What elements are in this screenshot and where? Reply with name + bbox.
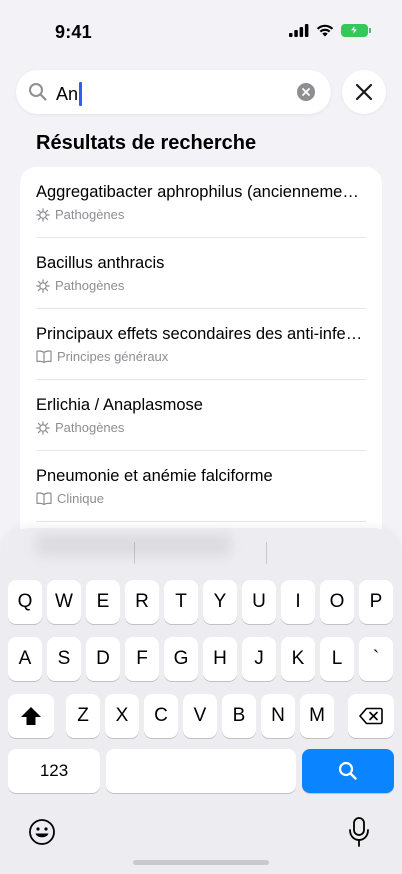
key-m[interactable]: M	[300, 694, 334, 738]
search-input[interactable]: An	[16, 70, 331, 114]
result-title: Erlichia / Anaplasmose	[36, 396, 203, 414]
search-icon	[29, 83, 47, 101]
key-h[interactable]: H	[203, 637, 237, 681]
search-icon	[338, 761, 357, 780]
result-item[interactable]: Principaux effets secondaires des anti-i…	[36, 309, 382, 380]
key-q[interactable]: Q	[8, 580, 42, 624]
divider	[36, 521, 366, 522]
key-s[interactable]: S	[47, 637, 81, 681]
search-field-value-wrapper: An	[56, 82, 82, 106]
book-icon	[36, 492, 52, 505]
result-meta: Clinique	[36, 491, 104, 506]
microphone-icon	[349, 817, 369, 847]
virus-icon	[36, 420, 50, 435]
backspace-icon	[359, 707, 383, 725]
result-meta: Pathogènes	[36, 207, 124, 222]
results-heading: Résultats de recherche	[36, 132, 257, 154]
key-z[interactable]: Z	[66, 694, 100, 738]
key-p[interactable]: P	[359, 580, 393, 624]
keyboard: Q W E R T Y U I O P A S D F G H J K L ` …	[0, 528, 402, 874]
result-title: Bacillus anthracis	[36, 254, 165, 272]
key-t[interactable]: T	[164, 580, 198, 624]
key-k[interactable]: K	[281, 637, 315, 681]
close-icon	[355, 83, 373, 101]
search-field-value: An	[56, 83, 79, 104]
virus-icon	[36, 207, 50, 222]
key-o[interactable]: O	[320, 580, 354, 624]
result-item[interactable]: Bacillus anthracis Pathogènes	[36, 238, 382, 309]
space-key[interactable]	[106, 749, 296, 793]
result-title: Pneumonie et anémie falciforme	[36, 467, 273, 485]
result-item[interactable]: Pneumonie et anémie falciforme Clinique	[36, 451, 382, 522]
result-item[interactable]: Aggregatibacter aphrophilus (ancienneme……	[36, 167, 382, 238]
key-backtick[interactable]: `	[359, 637, 393, 681]
clear-icon[interactable]	[297, 83, 315, 101]
book-icon	[36, 350, 52, 363]
key-r[interactable]: R	[125, 580, 159, 624]
suggestion-divider	[266, 542, 267, 564]
result-category: Pathogènes	[55, 278, 125, 293]
result-meta: Pathogènes	[36, 278, 124, 293]
result-meta: Pathogènes	[36, 420, 124, 435]
result-item[interactable]: Erlichia / Anaplasmose Pathogènes	[36, 380, 382, 451]
result-category: Pathogènes	[55, 420, 125, 435]
result-title: Aggregatibacter aphrophilus (ancienneme…	[36, 183, 359, 201]
key-n[interactable]: N	[261, 694, 295, 738]
key-j[interactable]: J	[242, 637, 276, 681]
result-title: Principaux effets secondaires des anti-i…	[36, 325, 363, 343]
key-l[interactable]: L	[320, 637, 354, 681]
status-icons	[289, 24, 371, 37]
backspace-key[interactable]	[348, 694, 394, 738]
numbers-key[interactable]: 123	[8, 749, 100, 793]
search-row: An	[16, 70, 386, 114]
key-w[interactable]: W	[47, 580, 81, 624]
virus-icon	[36, 278, 50, 293]
results-list: Aggregatibacter aphrophilus (ancienneme……	[20, 167, 382, 587]
key-x[interactable]: X	[105, 694, 139, 738]
battery-charging-icon	[341, 24, 371, 37]
key-i[interactable]: I	[281, 580, 315, 624]
key-g[interactable]: G	[164, 637, 198, 681]
key-c[interactable]: C	[144, 694, 178, 738]
key-v[interactable]: V	[183, 694, 217, 738]
result-category: Clinique	[57, 491, 104, 506]
search-key[interactable]	[302, 749, 394, 793]
result-category: Pathogènes	[55, 207, 125, 222]
status-bar: 9:41	[0, 0, 402, 62]
text-cursor	[79, 82, 82, 106]
result-category: Principes généraux	[57, 349, 169, 364]
shift-key[interactable]	[8, 694, 54, 738]
result-meta: Principes généraux	[36, 349, 168, 364]
emoji-icon	[29, 819, 55, 845]
emoji-button[interactable]	[28, 818, 56, 851]
status-time: 9:41	[55, 22, 92, 42]
wifi-icon	[316, 24, 334, 37]
key-d[interactable]: D	[86, 637, 120, 681]
dictation-button[interactable]	[347, 816, 371, 853]
key-f[interactable]: F	[125, 637, 159, 681]
cellular-signal-icon	[289, 24, 309, 37]
suggestion-divider	[134, 542, 135, 564]
shift-icon	[21, 707, 41, 725]
key-u[interactable]: U	[242, 580, 276, 624]
home-indicator	[133, 860, 269, 865]
key-a[interactable]: A	[8, 637, 42, 681]
key-y[interactable]: Y	[203, 580, 237, 624]
key-e[interactable]: E	[86, 580, 120, 624]
key-b[interactable]: B	[222, 694, 256, 738]
close-button[interactable]	[342, 70, 386, 114]
